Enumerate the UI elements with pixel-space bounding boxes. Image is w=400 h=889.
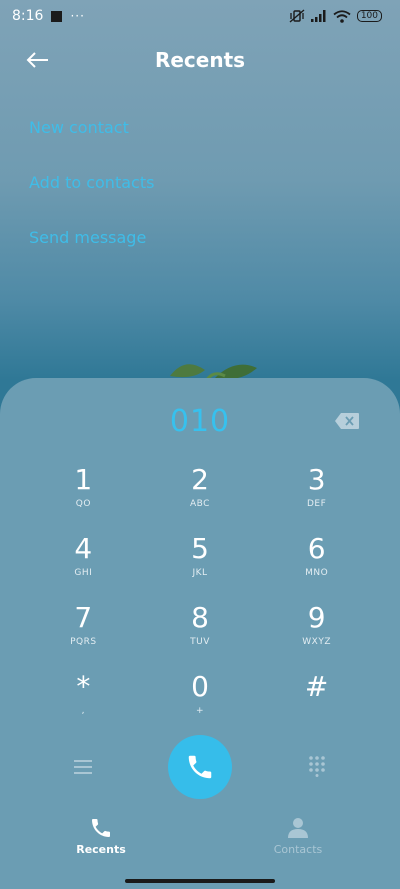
key-digit: 6 [307,532,326,565]
header: Recents [0,38,400,82]
key-8[interactable]: 8 TUV [142,601,259,670]
key-3[interactable]: 3 DEF [258,463,375,532]
key-letters: WXYZ [302,637,332,647]
action-list: New contact Add to contacts Send message [29,112,154,277]
notification-square-icon [51,10,63,22]
key-digit: * [76,670,91,703]
key-star[interactable]: *, [25,670,142,739]
signal-icon [310,10,326,22]
key-digit: 4 [74,532,93,565]
key-6[interactable]: 6 MNO [258,532,375,601]
key-digit: 3 [307,463,326,496]
key-letters: ABC [190,499,210,509]
key-5[interactable]: 5 JKL [142,532,259,601]
key-0[interactable]: 0 + [142,670,259,739]
dialer-sheet: 010 1 QO 2 ABC 3 DEF 4 GHI 5 JKL 6 MNO 7 PQRS 8… [0,378,400,889]
key-letters: DEF [307,499,327,509]
bottom-nav: Recents Contacts [0,816,400,866]
vibrate-off-icon [289,9,305,23]
key-digit: 8 [191,601,209,634]
key-digit: 7 [74,601,93,634]
key-letters: TUV [190,637,210,647]
menu-icon[interactable] [71,757,95,777]
tab-label: Contacts [273,843,323,856]
key-letters: , [81,706,86,716]
phone-icon [188,755,212,779]
status-bar: 8:16 ··· 100 [0,0,400,34]
key-digit: 9 [307,601,326,634]
key-digit: # [304,670,329,703]
new-contact-link[interactable]: New contact [29,112,154,167]
call-row [0,735,400,799]
battery-icon: 100 [356,10,382,22]
key-letters: MNO [305,568,329,578]
add-to-contacts-link[interactable]: Add to contacts [29,167,154,222]
key-digit: 2 [191,463,209,496]
key-digit: 0 [191,670,209,703]
person-icon [288,818,308,838]
key-2[interactable]: 2 ABC [142,463,259,532]
backspace-icon[interactable] [334,412,360,430]
wifi-icon [333,9,351,23]
status-right: 100 [289,9,382,23]
send-message-link[interactable]: Send message [29,222,154,277]
key-digit: 5 [191,532,209,565]
status-time: 8:16 [12,8,44,24]
status-left: 8:16 ··· [12,8,85,24]
key-letters: GHI [74,568,93,578]
call-button[interactable] [168,735,232,799]
home-indicator[interactable] [125,879,275,883]
key-digit: 1 [74,463,93,496]
dialpad-icon[interactable] [306,755,328,777]
key-letters: PQRS [70,637,97,647]
tab-contacts[interactable]: Contacts [238,816,358,856]
key-letters: JKL [192,568,208,578]
tab-recents[interactable]: Recents [41,816,161,856]
tab-label: Recents [76,843,126,856]
key-letters: + [195,706,205,716]
key-1[interactable]: 1 QO [25,463,142,532]
phone-icon [92,819,110,837]
key-7[interactable]: 7 PQRS [25,601,142,670]
key-9[interactable]: 9 WXYZ [258,601,375,670]
key-4[interactable]: 4 GHI [25,532,142,601]
keypad: 1 QO 2 ABC 3 DEF 4 GHI 5 JKL 6 MNO 7 PQRS 8 TUV … [25,463,375,739]
key-hash[interactable]: # [258,670,375,739]
status-overflow: ··· [70,9,85,23]
key-letters: QO [75,499,91,509]
page-title: Recents [154,48,246,72]
